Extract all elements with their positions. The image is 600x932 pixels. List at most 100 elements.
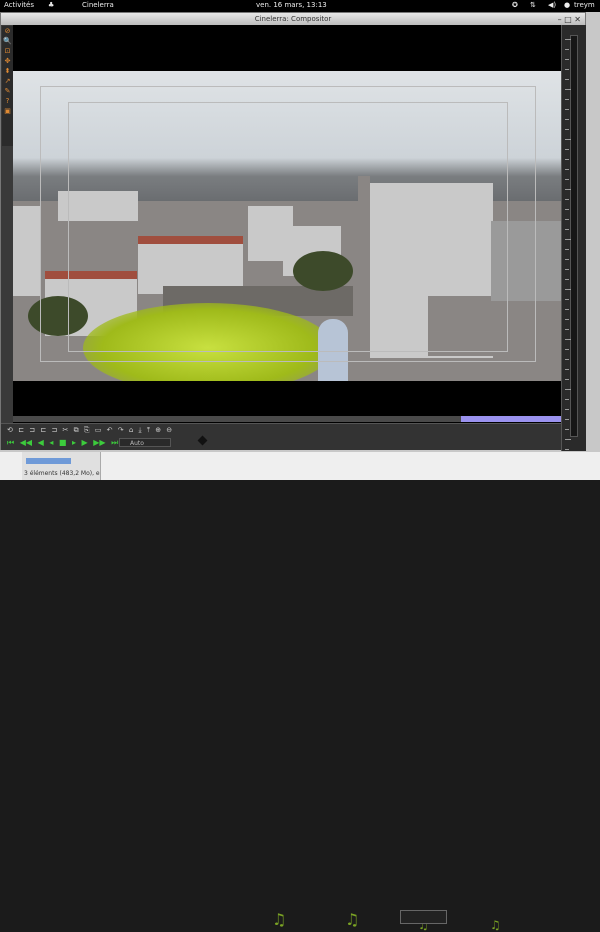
user-name[interactable]: treym (574, 1, 595, 9)
loop-icon[interactable]: ⟲ (7, 426, 13, 434)
redo-icon[interactable]: ↷ (118, 426, 124, 434)
zoom-in-icon[interactable]: ⊕ (155, 426, 161, 434)
app-menu-label[interactable]: Cinelerra (82, 1, 114, 9)
ruler-tick (565, 369, 569, 370)
window-titlebar[interactable]: Cinelerra: Compositor – □ ✕ (1, 13, 585, 25)
undo-icon[interactable]: ↶ (107, 426, 113, 434)
ruler-tick (565, 279, 569, 280)
ruler-tick (565, 449, 569, 450)
cut-icon[interactable]: ✂ (63, 426, 69, 434)
out-point-icon[interactable]: ⊐ (29, 426, 35, 434)
next-label-icon[interactable]: ⤒ (147, 426, 150, 434)
file-manager-status: 3 éléments (483,2 Mo), e (24, 470, 100, 477)
play-icon[interactable]: ▶ (82, 438, 88, 447)
help-icon[interactable]: ? (3, 97, 12, 106)
ruler-tick (565, 39, 571, 40)
ruler-tick (565, 169, 569, 170)
ruler-tick (565, 389, 571, 390)
audio-file-icon[interactable]: ♫ (490, 918, 501, 932)
ruler-tick (565, 109, 569, 110)
fast-forward-icon[interactable]: ▶▶ (93, 438, 105, 447)
ruler-tick (565, 129, 569, 130)
home-icon[interactable]: ⌂ (129, 426, 133, 434)
in-point-icon[interactable]: ⊏ (18, 426, 24, 434)
label-icon[interactable]: ▭ (95, 426, 102, 434)
ruler-tick (565, 59, 569, 60)
ruler-tick (565, 69, 569, 70)
ruler-tick (565, 349, 569, 350)
ruler-tick (565, 179, 569, 180)
vertical-scrollbar[interactable] (570, 35, 578, 437)
ruler-tick (565, 299, 569, 300)
previous-label-icon[interactable]: ⤓ (139, 426, 142, 434)
eyedropper-icon[interactable]: ✎ (3, 87, 12, 96)
timeline-slider[interactable] (13, 416, 561, 422)
timeline-selection[interactable] (461, 416, 561, 422)
playback-buttons: ⏮ ◀◀ ◀ ◂ ■ ▸ ▶ ▶▶ ⏭ (7, 438, 121, 448)
audio-file-icon[interactable]: ♫ (272, 910, 286, 929)
maximize-button[interactable]: □ (564, 15, 572, 24)
ruler-tick (565, 199, 569, 200)
ruler-tick (565, 119, 569, 120)
ruler-tick (565, 289, 571, 290)
safe-region-icon[interactable]: ▣ (3, 107, 12, 116)
ruler-tick (565, 89, 571, 90)
paste-icon[interactable]: ⎘ (84, 426, 90, 434)
splice-icon[interactable]: ⊏ (40, 426, 46, 434)
window-title: Cinelerra: Compositor (254, 15, 332, 23)
ruler-tick (565, 269, 569, 270)
volume-icon[interactable]: ◀) (548, 1, 556, 9)
translate-icon[interactable]: ✥ (3, 57, 12, 66)
rewind-icon[interactable]: ⏮ (7, 438, 14, 447)
mask-icon[interactable]: ⊡ (3, 47, 12, 56)
compositor-toolbar: ⊘ 🔍 ⊡ ✥ ⬍ ↗ ✎ ? ▣ (2, 26, 13, 146)
activities-button[interactable]: Activités (4, 1, 34, 9)
video-canvas[interactable] (13, 25, 561, 423)
zoom-out-icon[interactable]: ⊖ (166, 426, 172, 434)
zoom-select[interactable]: Auto (119, 438, 171, 447)
close-button[interactable]: ✕ (574, 15, 581, 24)
accessibility-icon[interactable]: ✪ (512, 1, 518, 9)
fast-reverse-icon[interactable]: ◀◀ (20, 438, 32, 447)
ruler-tick (565, 399, 569, 400)
copy-icon[interactable]: ⧉ (74, 426, 79, 434)
user-icon[interactable]: ● (564, 1, 570, 9)
ruler-tick (565, 239, 571, 240)
protect-icon[interactable]: ⊘ (3, 27, 12, 36)
audio-file-icon[interactable]: ♫ (345, 910, 359, 929)
ruler-tick (565, 379, 569, 380)
ruler-tick (565, 329, 569, 330)
ruler-tick (565, 319, 569, 320)
ruler-tick (565, 79, 569, 80)
network-icon[interactable]: ⇅ (530, 1, 536, 9)
ruler-tick (565, 359, 569, 360)
ruler-tick (565, 229, 569, 230)
overwrite-icon[interactable]: ⊐ (51, 426, 57, 434)
crop-icon[interactable]: ⬍ (3, 67, 12, 76)
ruler-tick (565, 139, 571, 140)
stop-icon[interactable]: ■ (59, 438, 67, 447)
app-menu-icon[interactable]: ♣ (48, 1, 54, 9)
background-window[interactable] (400, 910, 447, 924)
clock[interactable]: ven. 16 mars, 13:13 (256, 1, 327, 9)
end-icon[interactable]: ⏭ (111, 438, 118, 447)
ruler-tick (565, 219, 569, 220)
ruler-tick (565, 159, 569, 160)
ruler-tick (565, 409, 569, 410)
ruler-tick (565, 259, 569, 260)
selection-bar (26, 458, 71, 464)
compositor-window: Cinelerra: Compositor – □ ✕ ⊘ 🔍 ⊡ ✥ ⬍ ↗ … (0, 12, 586, 451)
ruler-tick (565, 419, 569, 420)
vertical-ruler (561, 25, 586, 451)
frame-back-icon[interactable]: ◂ (49, 438, 53, 447)
minimize-button[interactable]: – (558, 15, 562, 24)
output-frame-inner (68, 102, 508, 352)
gnome-top-bar: Activités ♣ Cinelerra ven. 16 mars, 13:1… (0, 0, 600, 12)
reverse-play-icon[interactable]: ◀ (38, 438, 44, 447)
ruler-tick (565, 49, 569, 50)
ruler-tick (565, 339, 571, 340)
camera-icon[interactable]: ↗ (3, 77, 12, 86)
zoom-icon[interactable]: 🔍 (3, 37, 12, 46)
ruler-tick (565, 99, 569, 100)
frame-forward-icon[interactable]: ▸ (72, 438, 76, 447)
